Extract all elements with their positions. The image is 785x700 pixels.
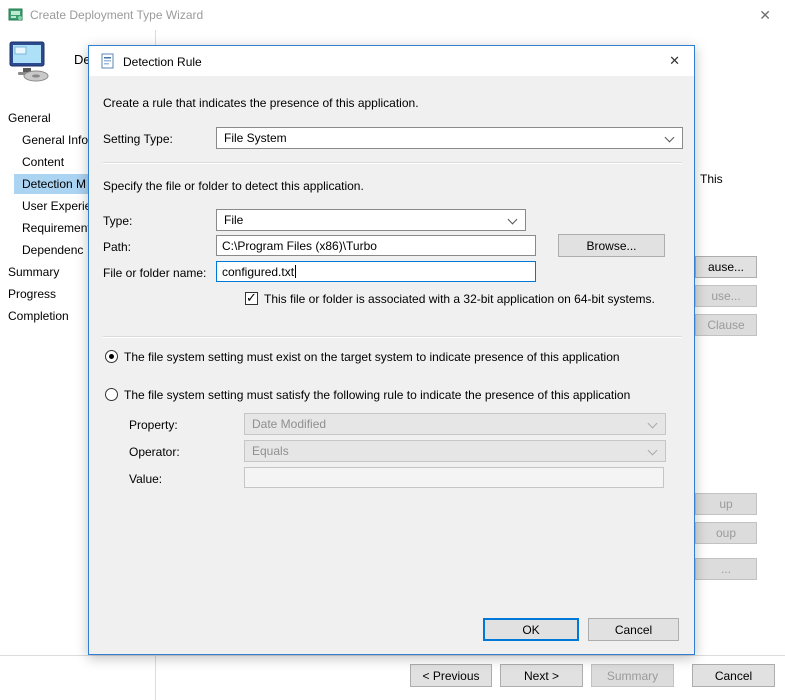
background-text-fragment: This: [700, 172, 723, 186]
rule-must-exist-radio-label: The file system setting must exist on th…: [124, 350, 620, 364]
operator-dropdown: Equals: [244, 440, 666, 462]
sidebar-item-requirements[interactable]: Requirement: [22, 218, 91, 238]
operator-label: Operator:: [129, 445, 180, 459]
detection-rule-dialog: Detection Rule ✕ Create a rule that indi…: [88, 45, 695, 655]
path-input[interactable]: C:\Program Files (x86)\Turbo: [216, 235, 536, 256]
detection-rule-icon: [100, 53, 116, 69]
window-title: Create Deployment Type Wizard: [30, 8, 203, 22]
section-divider: [103, 336, 682, 338]
sidebar-item-user-experience[interactable]: User Experie: [22, 196, 91, 216]
edit-clause-button-fragment: use...: [695, 285, 757, 307]
rule-must-satisfy-radio-label: The file system setting must satisfy the…: [124, 388, 630, 402]
dialog-title: Detection Rule: [123, 55, 202, 69]
window-titlebar: Create Deployment Type Wizard ✕: [0, 0, 785, 30]
cancel-button[interactable]: Cancel: [588, 618, 679, 641]
sidebar-item-content[interactable]: Content: [22, 152, 64, 172]
wizard-icon: [8, 7, 24, 23]
previous-button[interactable]: < Previous: [410, 664, 492, 687]
sidebar-item-progress[interactable]: Progress: [8, 284, 56, 304]
file-or-folder-name-input[interactable]: configured.txt: [216, 261, 536, 282]
next-button[interactable]: Next >: [500, 664, 583, 687]
browse-button[interactable]: Browse...: [558, 234, 665, 257]
rule-must-satisfy-radio[interactable]: [105, 388, 118, 401]
path-value: C:\Program Files (x86)\Turbo: [222, 239, 377, 253]
section-divider: [103, 162, 682, 164]
group-button-fragment: up: [695, 493, 757, 515]
ellipsis-button-fragment: ...: [695, 558, 757, 580]
dialog-intro-text: Create a rule that indicates the presenc…: [103, 96, 419, 110]
sidebar-item-general[interactable]: General: [8, 108, 51, 128]
sidebar-item-general-info[interactable]: General Info: [22, 130, 88, 150]
footer-divider: [0, 655, 785, 656]
wizard-cancel-button[interactable]: Cancel: [692, 664, 775, 687]
add-clause-button-fragment[interactable]: ause...: [695, 256, 757, 278]
delete-clause-button-fragment: Clause: [695, 314, 757, 336]
property-label: Property:: [129, 418, 178, 432]
type-dropdown[interactable]: File: [216, 209, 526, 231]
create-deployment-type-wizard-window: Create Deployment Type Wizard ✕ De Gener…: [0, 0, 785, 700]
ungroup-button-fragment: oup: [695, 522, 757, 544]
path-label: Path:: [103, 240, 131, 254]
chevron-down-icon: [508, 215, 518, 225]
assoc-32bit-checkbox[interactable]: [245, 292, 258, 305]
setting-type-label: Setting Type:: [103, 132, 173, 146]
window-close-icon[interactable]: ✕: [759, 7, 771, 24]
dialog-close-icon[interactable]: ✕: [669, 53, 680, 69]
ok-button[interactable]: OK: [483, 618, 579, 641]
file-or-folder-name-label: File or folder name:: [103, 266, 206, 280]
setting-type-dropdown[interactable]: File System: [216, 127, 683, 149]
chevron-down-icon: [665, 133, 675, 143]
sidebar-item-completion[interactable]: Completion: [8, 306, 69, 326]
type-value: File: [224, 213, 243, 227]
value-label: Value:: [129, 472, 162, 486]
text-caret: [295, 265, 296, 278]
file-or-folder-name-value: configured.txt: [222, 265, 294, 279]
chevron-down-icon: [648, 419, 658, 429]
value-input: [244, 467, 664, 488]
application-icon: [6, 38, 52, 84]
property-dropdown: Date Modified: [244, 413, 666, 435]
summary-button: Summary: [591, 664, 674, 687]
specify-text: Specify the file or folder to detect thi…: [103, 179, 364, 193]
dialog-titlebar: Detection Rule ✕: [89, 46, 694, 76]
property-value: Date Modified: [252, 417, 326, 431]
setting-type-value: File System: [224, 131, 287, 145]
sidebar-item-summary[interactable]: Summary: [8, 262, 59, 282]
sidebar-item-dependencies[interactable]: Dependenc: [22, 240, 83, 260]
chevron-down-icon: [648, 446, 658, 456]
type-label: Type:: [103, 214, 132, 228]
rule-must-exist-radio[interactable]: [105, 350, 118, 363]
assoc-32bit-checkbox-label: This file or folder is associated with a…: [264, 292, 655, 306]
operator-value: Equals: [252, 444, 289, 458]
